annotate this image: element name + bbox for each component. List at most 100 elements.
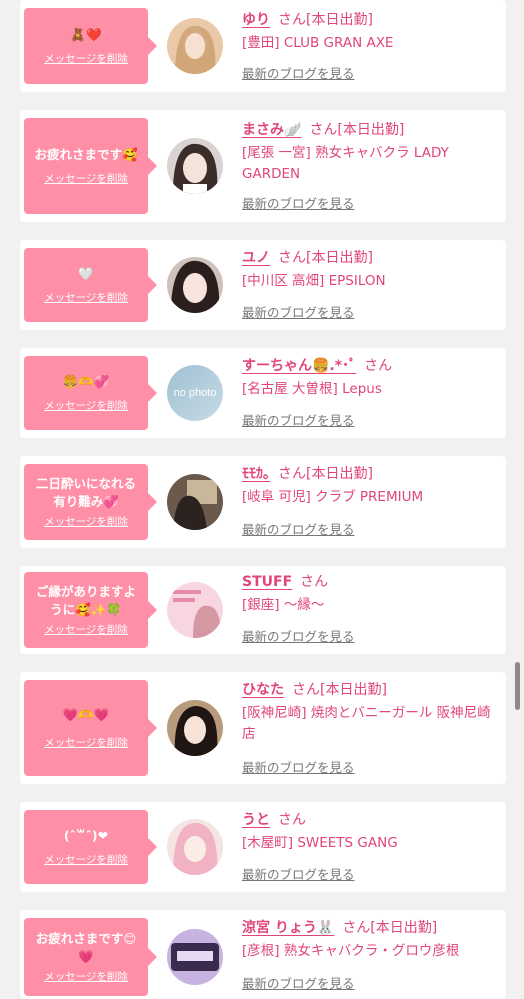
shop-info: [豊田] CLUB GRAN AXE [242, 35, 394, 51]
cast-info: ユノ さん[本日出勤] [中川区 高畑] EPSILON [242, 248, 500, 292]
avatar[interactable] [167, 700, 223, 756]
cast-name-link[interactable]: ユノ [242, 250, 270, 266]
avatar-photo [167, 929, 223, 985]
message-card: 🍔🫶💞 メッセージを削除 no photo すーちゃん🍔.*･ﾟ さん [名古屋 … [20, 348, 506, 438]
blog-link[interactable]: 最新のブログを見る [242, 629, 355, 645]
avatar[interactable] [167, 474, 223, 530]
cast-status: さん[本日出勤] [309, 122, 405, 138]
message-card: (ˆ꒳ˆ)❤ メッセージを削除 うと さん [木屋町] SWEETS GANG 最… [20, 802, 506, 892]
blog-link[interactable]: 最新のブログを見る [242, 760, 355, 776]
scrollbar-thumb[interactable] [515, 662, 520, 710]
message-text: ご縁がありますよ うに🥰✨🍀 [35, 584, 136, 617]
message-card: お疲れさまです🥰 メッセージを削除 まさみ🪽 さん[本日出勤] [尾張 一宮] 熟… [20, 110, 506, 222]
message-text: 🍔🫶💞 [62, 374, 110, 389]
avatar-photo [167, 474, 223, 530]
cast-info: 涼宮 りょう🐰 さん[本日出勤] [彦根] 熟女キャバクラ・グロウ彦根 [242, 918, 500, 962]
cast-status: さん[本日出勤] [278, 12, 373, 28]
message-text: お疲れさまです😊 💗 [35, 931, 137, 964]
message-bubble: 🧸❤️ メッセージを削除 [24, 8, 157, 84]
cast-name-link[interactable]: すーちゃん🍔.*･ﾟ [242, 358, 356, 374]
avatar-photo [167, 138, 223, 194]
message-bubble: (ˆ꒳ˆ)❤ メッセージを削除 [24, 810, 157, 884]
blog-link[interactable]: 最新のブログを見る [242, 522, 355, 538]
avatar[interactable]: no photo [167, 365, 223, 421]
delete-message-link[interactable]: メッセージを削除 [44, 52, 128, 66]
avatar[interactable] [167, 582, 223, 638]
shop-info: [岐阜 可児] クラブ PREMIUM [242, 489, 424, 505]
cast-status: さん[本日出勤] [292, 682, 387, 698]
shop-info: [銀座] 〜縁〜 [242, 597, 325, 613]
cast-info: うと さん [木屋町] SWEETS GANG [242, 810, 500, 854]
message-card: ご縁がありますよ うに🥰✨🍀 メッセージを削除 STUFF さん [銀座] 〜縁〜… [20, 566, 506, 654]
cast-info: STUFF さん [銀座] 〜縁〜 [242, 572, 500, 616]
message-card: 🤍 メッセージを削除 ユノ さん[本日出勤] [中川区 高畑] EPSILON 最… [20, 240, 506, 330]
cast-info: ﾓﾓｶ｡ さん[本日出勤] [岐阜 可児] クラブ PREMIUM [242, 464, 500, 508]
message-text: 二日酔いになれる 有り難み💞 [35, 476, 136, 509]
message-bubble: ご縁がありますよ うに🥰✨🍀 メッセージを削除 [24, 572, 157, 648]
cast-status: さん[本日出勤] [342, 920, 438, 936]
message-card: お疲れさまです😊 💗 メッセージを削除 涼宮 りょう🐰 さん[本日出勤] [彦根]… [20, 910, 506, 999]
cast-name-link[interactable]: ﾓﾓｶ｡ [242, 466, 270, 482]
avatar-photo [167, 257, 223, 313]
blog-link[interactable]: 最新のブログを見る [242, 196, 355, 212]
shop-info: [尾張 一宮] 熟女キャバクラ LADY GARDEN [242, 145, 449, 182]
message-card: 🧸❤️ メッセージを削除 ゆり さん[本日出勤] [豊田] CLUB GRAN A… [20, 0, 506, 92]
shop-info: [阪神尼崎] 焼肉とバニーガール 阪神尼崎店 [242, 705, 491, 742]
blog-link[interactable]: 最新のブログを見る [242, 66, 355, 82]
avatar[interactable] [167, 929, 223, 985]
message-bubble: お疲れさまです🥰 メッセージを削除 [24, 118, 157, 214]
message-text: 💗🫶💗 [62, 707, 110, 722]
cast-info: ゆり さん[本日出勤] [豊田] CLUB GRAN AXE [242, 10, 500, 54]
cast-name-link[interactable]: ひなた [242, 682, 284, 698]
cast-status: さん [278, 812, 306, 828]
cast-status: さん [300, 574, 329, 590]
message-text: お疲れさまです🥰 [34, 147, 138, 162]
avatar[interactable] [167, 819, 223, 875]
cast-status: さん[本日出勤] [278, 250, 373, 266]
cast-name-link[interactable]: まさみ🪽 [242, 122, 301, 138]
delete-message-link[interactable]: メッセージを削除 [44, 736, 128, 750]
shop-info: [中川区 高畑] EPSILON [242, 273, 386, 289]
delete-message-link[interactable]: メッセージを削除 [44, 172, 128, 186]
cast-info: すーちゃん🍔.*･ﾟ さん [名古屋 大曽根] Lepus [242, 356, 500, 400]
delete-message-link[interactable]: メッセージを削除 [44, 515, 128, 529]
cast-info: ひなた さん[本日出勤] [阪神尼崎] 焼肉とバニーガール 阪神尼崎店 [242, 680, 500, 745]
blog-link[interactable]: 最新のブログを見る [242, 867, 355, 883]
message-card: 二日酔いになれる 有り難み💞 メッセージを削除 ﾓﾓｶ｡ さん[本日出勤] [岐阜… [20, 456, 506, 548]
cast-status: さん [364, 358, 393, 374]
cast-name-link[interactable]: STUFF [242, 574, 292, 590]
message-bubble: お疲れさまです😊 💗 メッセージを削除 [24, 918, 157, 996]
shop-info: [名古屋 大曽根] Lepus [242, 381, 382, 397]
message-bubble: 🍔🫶💞 メッセージを削除 [24, 356, 157, 430]
cast-name-link[interactable]: うと [242, 812, 270, 828]
avatar[interactable] [167, 257, 223, 313]
avatar-photo [167, 700, 223, 756]
message-text: 🤍 [78, 266, 94, 281]
no-photo-label: no photo [173, 387, 217, 399]
message-text: (ˆ꒳ˆ)❤ [63, 828, 109, 843]
delete-message-link[interactable]: メッセージを削除 [44, 399, 128, 413]
blog-link[interactable]: 最新のブログを見る [242, 413, 355, 429]
message-bubble: 💗🫶💗 メッセージを削除 [24, 680, 157, 776]
delete-message-link[interactable]: メッセージを削除 [44, 853, 128, 867]
blog-link[interactable]: 最新のブログを見る [242, 305, 355, 321]
delete-message-link[interactable]: メッセージを削除 [44, 623, 128, 637]
avatar-photo [167, 582, 223, 638]
avatar-photo [167, 18, 223, 74]
avatar[interactable] [167, 18, 223, 74]
avatar-photo [167, 819, 223, 875]
avatar[interactable] [167, 138, 223, 194]
delete-message-link[interactable]: メッセージを削除 [44, 291, 128, 305]
delete-message-link[interactable]: メッセージを削除 [44, 970, 128, 984]
cast-name-link[interactable]: ゆり [242, 12, 270, 28]
blog-link[interactable]: 最新のブログを見る [242, 976, 355, 992]
message-card: 💗🫶💗 メッセージを削除 ひなた さん[本日出勤] [阪神尼崎] 焼肉とバニーガー… [20, 672, 506, 784]
message-bubble: 🤍 メッセージを削除 [24, 248, 157, 322]
shop-info: [彦根] 熟女キャバクラ・グロウ彦根 [242, 943, 460, 959]
cast-name-link[interactable]: 涼宮 りょう🐰 [242, 920, 334, 936]
shop-info: [木屋町] SWEETS GANG [242, 835, 398, 851]
message-text: 🧸❤️ [70, 27, 102, 42]
cast-status: さん[本日出勤] [278, 466, 373, 482]
message-bubble: 二日酔いになれる 有り難み💞 メッセージを削除 [24, 464, 157, 540]
cast-info: まさみ🪽 さん[本日出勤] [尾張 一宮] 熟女キャバクラ LADY GARDEN [242, 120, 500, 185]
